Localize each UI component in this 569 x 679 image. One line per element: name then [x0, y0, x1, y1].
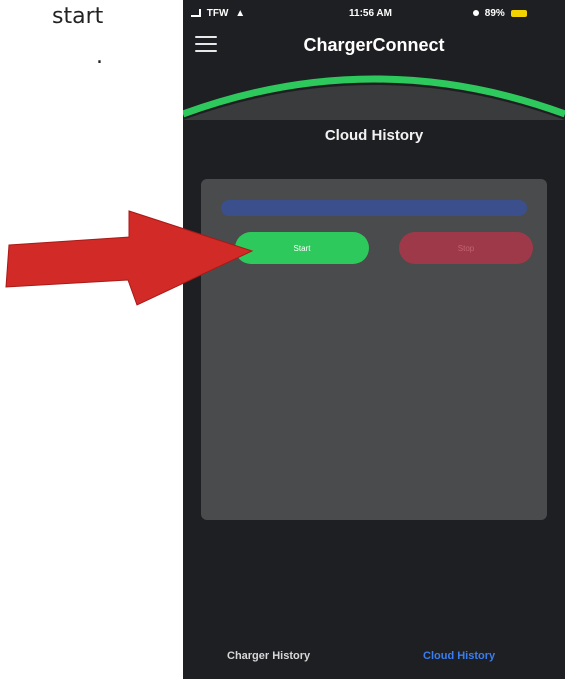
moon-icon	[473, 10, 479, 17]
app-header: ChargerConnect	[183, 26, 565, 64]
page-title: Cloud History	[324, 127, 424, 144]
carrier-name: TFW	[206, 8, 229, 19]
status-bar: TFW ▲ 11:56 AM 89%	[183, 0, 565, 28]
progress-bar	[221, 200, 527, 216]
document-line-1: start	[52, 4, 104, 29]
annotation-arrow-icon	[5, 210, 254, 306]
battery-percent: 89%	[484, 8, 505, 19]
status-time: 11:56 AM	[349, 8, 392, 19]
tab-cloud-history[interactable]: Cloud History	[423, 650, 495, 662]
document-line-2: .	[96, 44, 103, 69]
carrier-label: TFW ▲	[191, 8, 245, 19]
battery-icon	[510, 9, 527, 17]
signal-icon	[191, 9, 201, 18]
tab-charger-history[interactable]: Charger History	[227, 650, 310, 662]
wifi-icon: ▲	[235, 8, 246, 19]
battery-indicator: 89%	[473, 8, 527, 19]
phone-screen: TFW ▲ 11:56 AM 89% ChargerConnect Cloud …	[183, 0, 565, 679]
app-title: ChargerConnect	[303, 35, 445, 55]
stop-button[interactable]: Stop	[399, 232, 533, 264]
bottom-tab-bar: Charger History Cloud History	[183, 640, 565, 670]
header-arc-decoration	[183, 75, 565, 120]
